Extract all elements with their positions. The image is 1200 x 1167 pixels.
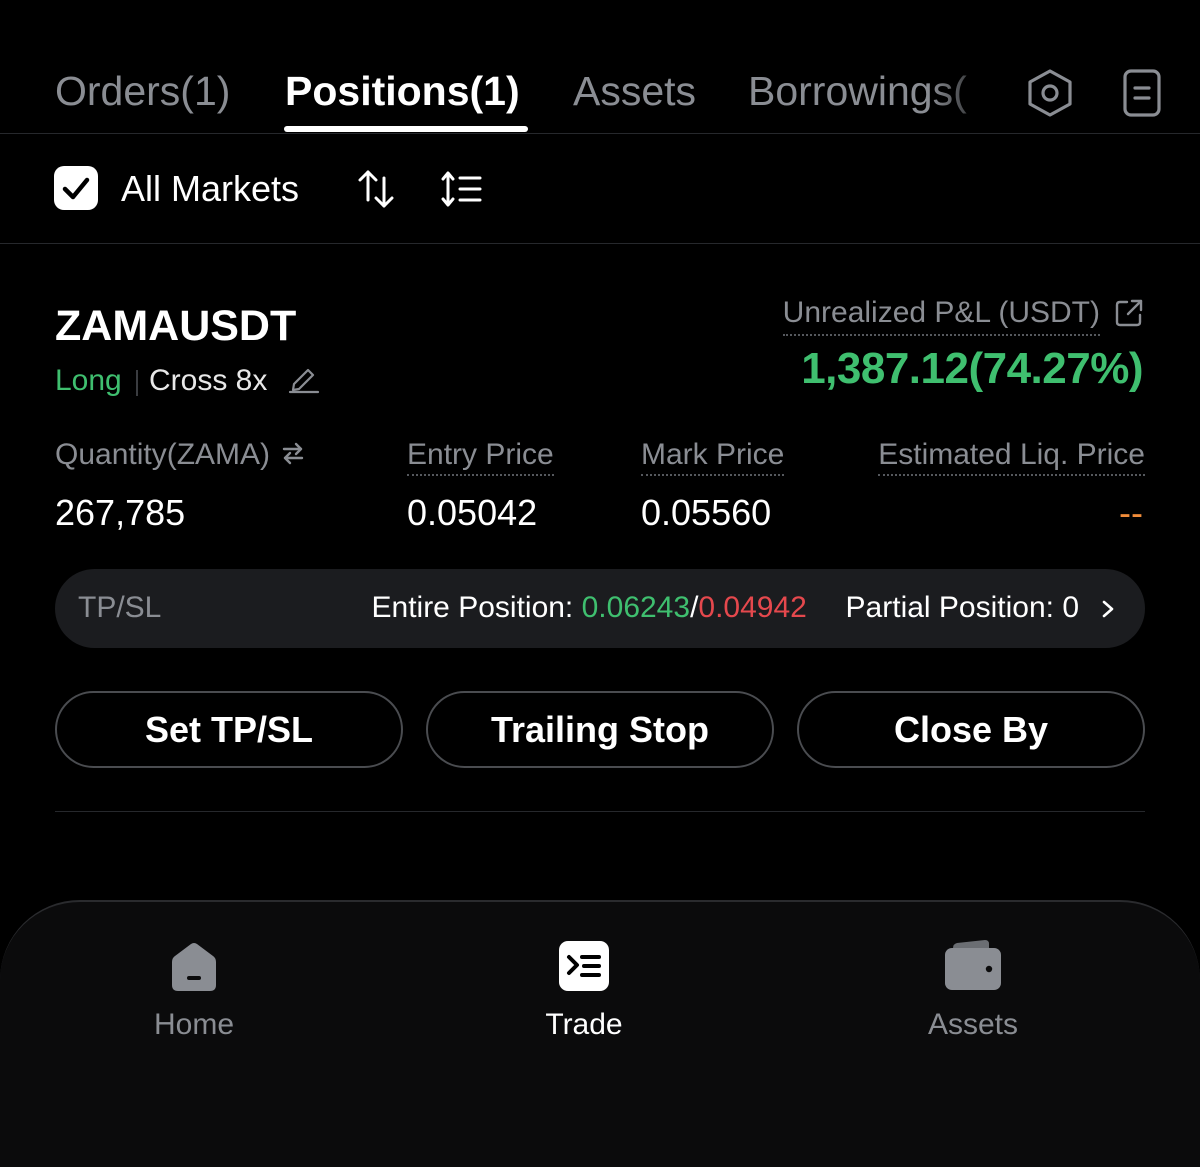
- tab-orders[interactable]: Orders(1): [55, 68, 230, 115]
- swap-unit-icon[interactable]: [280, 440, 306, 466]
- mark-price-label[interactable]: Mark Price: [641, 438, 785, 476]
- quantity-label: Quantity(ZAMA): [55, 438, 271, 471]
- document-icon[interactable]: [1122, 68, 1162, 118]
- entry-price-label[interactable]: Entry Price: [407, 438, 554, 476]
- take-profit-price: 0.06243: [581, 591, 691, 624]
- tab-assets[interactable]: Assets: [573, 68, 696, 115]
- tpsl-detail: Entire Position: 0.06243/0.04942 Partial…: [372, 591, 1080, 625]
- close-by-button[interactable]: Close By: [797, 691, 1145, 768]
- liq-price-label[interactable]: Estimated Liq. Price: [878, 438, 1145, 476]
- trade-icon: [559, 941, 609, 991]
- partial-position-label: Partial Position: 0: [845, 591, 1079, 624]
- set-tpsl-button[interactable]: Set TP/SL: [55, 691, 403, 768]
- all-markets-checkbox[interactable]: [54, 166, 98, 210]
- liq-price-value: --: [1119, 492, 1143, 533]
- nav-trade-label: Trade: [545, 1008, 623, 1041]
- trailing-stop-button[interactable]: Trailing Stop: [426, 691, 774, 768]
- margin-mode-badge: Cross 8x: [149, 364, 268, 397]
- unrealized-pnl-label[interactable]: Unrealized P&L (USDT): [782, 296, 1100, 336]
- quantity-value: 267,785: [55, 492, 186, 533]
- tpsl-label: TP/SL: [78, 591, 162, 624]
- nav-home[interactable]: Home: [94, 938, 294, 1042]
- bottom-nav: Home Trade Assets: [0, 900, 1200, 1167]
- nav-home-label: Home: [153, 1008, 235, 1041]
- tpsl-summary-bar[interactable]: TP/SL Entire Position: 0.06243/0.04942 P…: [55, 569, 1145, 648]
- settings-hexagon-icon[interactable]: [1026, 68, 1074, 118]
- sort-arrows-icon[interactable]: [356, 168, 396, 210]
- tab-overflow-fade: [930, 60, 1000, 124]
- wallet-icon: [945, 940, 1001, 990]
- sort-list-icon[interactable]: [440, 168, 484, 210]
- card-divider: [55, 811, 1145, 812]
- stop-loss-price: 0.04942: [698, 591, 807, 624]
- checkmark-icon: [62, 177, 90, 200]
- mark-price-value: 0.05560: [641, 492, 772, 533]
- nav-trade[interactable]: Trade: [484, 938, 684, 1042]
- entry-price-value: 0.05042: [407, 492, 538, 533]
- unrealized-pnl-value: 1,387.12(74.27%): [801, 344, 1143, 393]
- filter-row: All Markets: [0, 134, 1200, 244]
- nav-assets[interactable]: Assets: [873, 938, 1073, 1042]
- position-symbol[interactable]: ZAMAUSDT: [55, 302, 296, 351]
- share-external-icon[interactable]: [1114, 298, 1144, 328]
- home-icon: [172, 943, 216, 991]
- tab-bar: Orders(1) Positions(1) Assets Borrowings…: [0, 0, 1200, 134]
- nav-assets-label: Assets: [927, 1008, 1019, 1041]
- chevron-right-icon: [1102, 600, 1114, 618]
- entire-position-label: Entire Position:: [371, 591, 582, 624]
- position-side-badge: Long: [55, 364, 122, 397]
- active-tab-indicator: [284, 126, 528, 132]
- tag-divider: [136, 370, 138, 396]
- all-markets-label[interactable]: All Markets: [121, 168, 299, 210]
- edit-leverage-icon[interactable]: [288, 364, 320, 394]
- tab-positions[interactable]: Positions(1): [285, 68, 520, 115]
